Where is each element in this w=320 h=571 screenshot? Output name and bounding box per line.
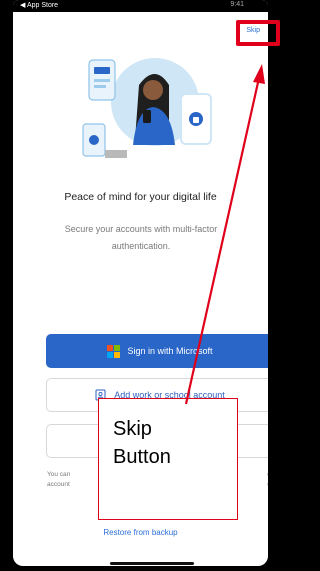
microsoft-logo-icon xyxy=(107,344,121,358)
annotation-line-1: Skip xyxy=(113,418,152,440)
page-subtitle: Secure your accounts with multi-factor a… xyxy=(64,224,218,251)
person-phone xyxy=(143,110,151,123)
status-bar: ◀ App Store 9:41 xyxy=(13,0,268,12)
back-to-app-store-link[interactable]: ◀ App Store xyxy=(20,1,58,9)
sign-in-label: Sign in with Microsoft xyxy=(127,346,213,356)
person-face xyxy=(143,80,163,100)
page-title: Peace of mind for your digital life xyxy=(64,191,217,203)
annotation-line-2: Button xyxy=(113,446,171,468)
annotation-callout: Skip Button xyxy=(98,398,238,520)
phone-frame: ◀ App Store 9:41 Skip Peace of mind for … xyxy=(0,0,283,571)
skip-highlight-box xyxy=(236,20,280,46)
fine-print-left: You can xyxy=(47,471,71,478)
restore-from-backup-link[interactable]: Restore from backup xyxy=(13,528,268,537)
fine-print-right: or xyxy=(267,471,268,478)
fine-print-right-2: or xyxy=(267,481,268,488)
status-clock: 9:41 xyxy=(230,1,244,8)
sign-in-with-microsoft-button[interactable]: Sign in with Microsoft xyxy=(46,334,268,368)
home-indicator[interactable] xyxy=(110,562,194,565)
hero-illustration xyxy=(82,58,212,158)
fine-print-left-2: account xyxy=(47,481,70,488)
